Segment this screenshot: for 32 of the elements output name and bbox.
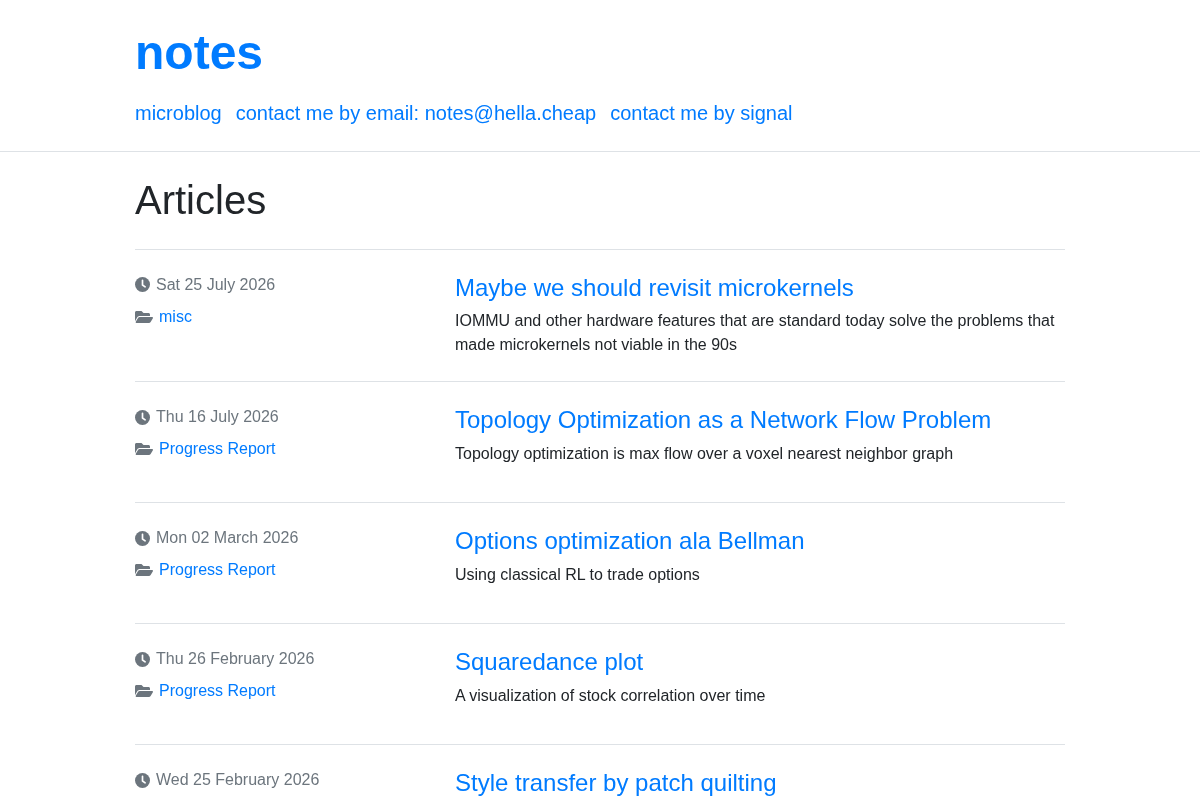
article-summary: A visualization of stock correlation over time xyxy=(455,686,766,707)
article-title-link[interactable]: Squaredance plot xyxy=(455,648,644,678)
site-title[interactable]: notes xyxy=(135,24,263,82)
nav-link[interactable]: contact me by email: notes@hella.cheap xyxy=(235,97,597,128)
article-summary: IOMMU and other hardware features that are standard today solve the problems that made microkernels not viable in the 90s xyxy=(455,311,1056,356)
category-link[interactable]: misc xyxy=(159,304,192,329)
article-date: Thu 16 July 2026 xyxy=(156,407,279,428)
clock-icon xyxy=(135,409,150,425)
folder-icon xyxy=(135,443,153,456)
article-title-link[interactable]: Options optimization ala Bellman xyxy=(455,527,805,557)
clock-icon xyxy=(135,530,150,546)
clock-icon xyxy=(135,277,150,293)
article-title-link[interactable]: Maybe we should revisit microkernels xyxy=(455,273,854,303)
folder-icon xyxy=(135,564,153,577)
article-summary: Using classical RL to trade options xyxy=(455,565,700,586)
category-link[interactable]: Progress Report xyxy=(159,558,276,583)
nav-link[interactable]: microblog xyxy=(135,97,222,128)
article-date: Wed 25 February 2026 xyxy=(156,770,320,791)
article-title-link[interactable]: Topology Optimization as a Network Flow Problem xyxy=(455,406,992,436)
article-date: Sat 25 July 2026 xyxy=(156,274,276,295)
article-title-link[interactable]: Style transfer by patch quilting xyxy=(455,769,777,799)
category-link[interactable]: Progress Report xyxy=(159,679,276,704)
folder-icon xyxy=(135,685,153,698)
folder-icon xyxy=(135,310,153,323)
category-link[interactable]: Progress Report xyxy=(159,437,276,462)
article-date: Thu 26 February 2026 xyxy=(156,649,315,670)
article-summary: Topology optimization is max flow over a voxel nearest neighbor graph xyxy=(455,444,954,465)
page-heading: Articles xyxy=(135,176,268,224)
clock-icon xyxy=(135,772,150,788)
clock-icon xyxy=(135,651,150,667)
nav-link[interactable]: contact me by signal xyxy=(610,97,793,128)
article-date: Mon 02 March 2026 xyxy=(156,528,299,549)
